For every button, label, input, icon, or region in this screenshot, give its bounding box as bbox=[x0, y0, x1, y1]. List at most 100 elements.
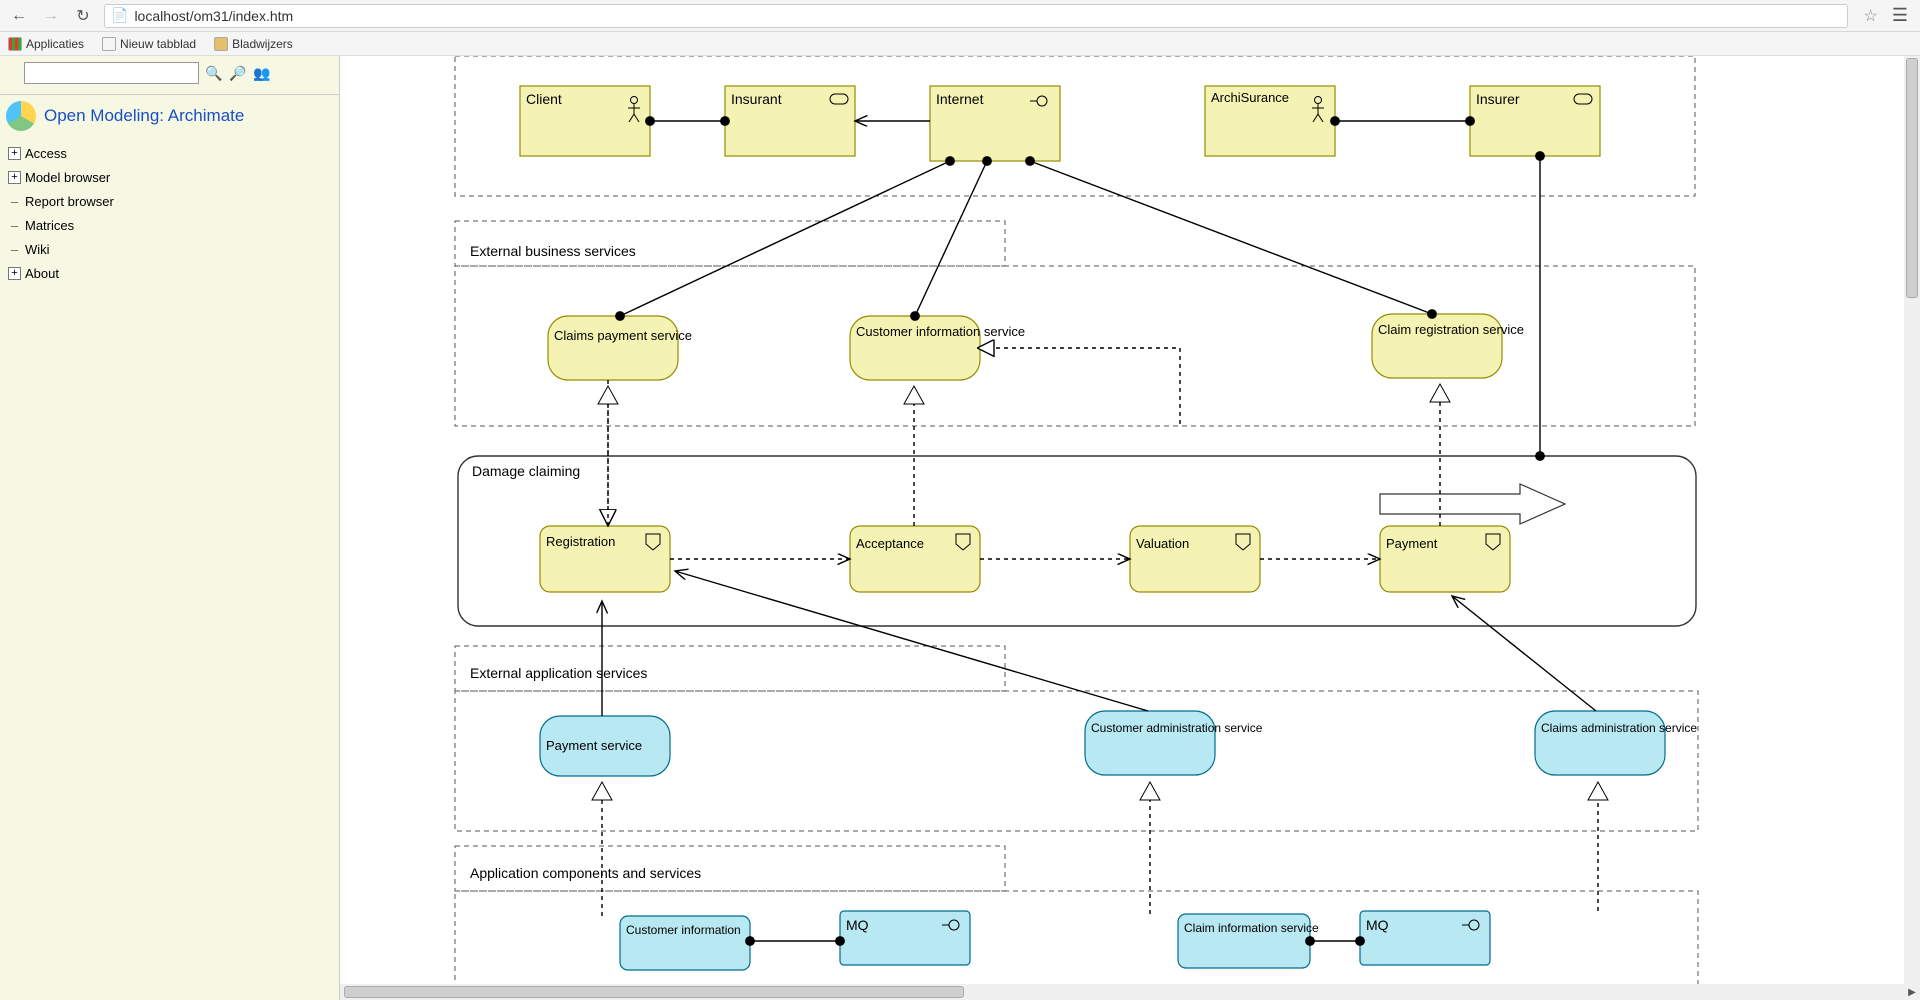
bookmarks-bar: Applicaties Nieuw tabblad Bladwijzers bbox=[0, 32, 1920, 56]
scroll-thumb[interactable] bbox=[1906, 58, 1918, 298]
svg-text:Insurant: Insurant bbox=[731, 91, 782, 107]
svg-text:Payment service: Payment service bbox=[546, 738, 642, 753]
back-button[interactable]: ← bbox=[8, 5, 30, 27]
process-valuation[interactable]: Valuation bbox=[1130, 526, 1260, 592]
tree-label: Access bbox=[25, 146, 67, 161]
service-claim-reg[interactable]: Claim registration service bbox=[1372, 314, 1524, 378]
process-registration[interactable]: Registration bbox=[540, 526, 670, 592]
nav-tree: +Access +Model browser –Report browser –… bbox=[0, 137, 339, 285]
conn-internet-claimreg bbox=[1030, 161, 1432, 314]
bookmark-new-tab[interactable]: Nieuw tabblad bbox=[102, 37, 196, 51]
service-claims-payment[interactable]: Claims payment service bbox=[548, 316, 692, 380]
svg-text:Acceptance: Acceptance bbox=[856, 536, 924, 551]
appsvc-claims-admin[interactable]: Claims administration service bbox=[1535, 711, 1697, 775]
bookmark-star-icon[interactable]: ☆ bbox=[1864, 6, 1878, 26]
forward-button[interactable]: → bbox=[40, 5, 62, 27]
tree-label: About bbox=[25, 266, 59, 281]
svg-text:Claims payment service: Claims payment service bbox=[554, 328, 692, 343]
actor-archisurance[interactable]: ArchiSurance bbox=[1205, 86, 1335, 156]
svg-text:Internet: Internet bbox=[936, 91, 984, 107]
appcomp-claim-info[interactable]: Claim information service bbox=[1178, 914, 1319, 968]
vertical-scrollbar[interactable] bbox=[1904, 56, 1920, 984]
expand-icon[interactable]: + bbox=[8, 147, 21, 160]
tree-item-report-browser[interactable]: –Report browser bbox=[4, 189, 339, 213]
svg-text:Customer administration servic: Customer administration service bbox=[1091, 721, 1263, 735]
svg-text:ArchiSurance: ArchiSurance bbox=[1211, 90, 1289, 105]
tree-item-matrices[interactable]: –Matrices bbox=[4, 213, 339, 237]
svg-text:MQ: MQ bbox=[1366, 917, 1389, 933]
reload-button[interactable]: ↻ bbox=[72, 5, 94, 27]
logo-icon bbox=[6, 101, 36, 131]
role-insurer[interactable]: Insurer bbox=[1470, 86, 1600, 156]
appcomp-mq1[interactable]: MQ bbox=[840, 911, 970, 965]
bookmark-label: Bladwijzers bbox=[232, 37, 293, 51]
tri-icon bbox=[904, 386, 924, 404]
horizontal-scrollbar[interactable]: ◀ ▶ bbox=[340, 984, 1920, 1000]
process-arrow-icon bbox=[1380, 484, 1565, 524]
svg-text:Client: Client bbox=[526, 91, 562, 107]
process-title: Damage claiming bbox=[472, 463, 580, 479]
svg-text:MQ: MQ bbox=[846, 917, 869, 933]
app-comp-label: Application components and services bbox=[470, 865, 701, 881]
leaf-icon: – bbox=[8, 194, 21, 209]
app-title: Open Modeling: Archimate bbox=[0, 95, 339, 137]
bookmark-label: Nieuw tabblad bbox=[120, 37, 196, 51]
tri-icon bbox=[592, 782, 612, 800]
folder-icon bbox=[214, 37, 228, 51]
tri-icon bbox=[1588, 782, 1608, 800]
tree-label: Report browser bbox=[25, 194, 114, 209]
conn-custinfo-used bbox=[980, 348, 1180, 426]
role-insurant[interactable]: Insurant bbox=[725, 86, 855, 156]
bookmark-folder[interactable]: Bladwijzers bbox=[214, 37, 293, 51]
leaf-icon: – bbox=[8, 242, 21, 257]
conn-claimsadmin-pay bbox=[1452, 596, 1596, 711]
sidebar: 🔍 🔎 👥 Open Modeling: Archimate + Access +… bbox=[0, 56, 340, 1000]
tree-label: Model browser bbox=[25, 170, 110, 185]
interface-internet[interactable]: Internet bbox=[930, 86, 1060, 161]
svg-text:Valuation: Valuation bbox=[1136, 536, 1189, 551]
diagram-canvas[interactable]: Client Insurant Internet ArchiSurance bbox=[340, 56, 1920, 1000]
address-bar[interactable]: 📄 localhost/om31/index.htm bbox=[104, 4, 1848, 28]
menu-button[interactable]: ☰ bbox=[1888, 5, 1912, 26]
scroll-right-icon[interactable]: ▶ bbox=[1904, 984, 1920, 1000]
svg-text:Claim registration service: Claim registration service bbox=[1378, 322, 1524, 337]
process-acceptance[interactable]: Acceptance bbox=[850, 526, 980, 592]
page-icon: 📄 bbox=[111, 7, 128, 24]
bookmark-label: Applicaties bbox=[26, 37, 84, 51]
url-text: localhost/om31/index.htm bbox=[134, 8, 293, 24]
expand-icon[interactable]: + bbox=[8, 267, 21, 280]
appsvc-payment[interactable]: Payment service bbox=[540, 716, 670, 776]
svg-text:Registration: Registration bbox=[546, 534, 615, 549]
appcomp-mq2[interactable]: MQ bbox=[1360, 911, 1490, 965]
tree-item-about[interactable]: + About bbox=[4, 261, 339, 285]
process-payment[interactable]: Payment bbox=[1380, 526, 1510, 592]
app-title-text: Open Modeling: Archimate bbox=[44, 106, 244, 126]
actor-client[interactable]: Client bbox=[520, 86, 650, 156]
svg-text:Claims administration service: Claims administration service bbox=[1541, 721, 1697, 735]
browser-toolbar: ← → ↻ 📄 localhost/om31/index.htm ☆ ☰ bbox=[0, 0, 1920, 32]
tree-label: Wiki bbox=[25, 242, 50, 257]
svg-text:Insurer: Insurer bbox=[1476, 91, 1520, 107]
tri-icon bbox=[1430, 384, 1450, 402]
page-icon bbox=[102, 37, 116, 51]
search-icon[interactable]: 🔍 bbox=[205, 64, 223, 82]
bookmark-apps[interactable]: Applicaties bbox=[8, 37, 84, 51]
archimate-diagram: Client Insurant Internet ArchiSurance bbox=[340, 56, 1900, 986]
appcomp-cust-info[interactable]: Customer information bbox=[620, 916, 750, 970]
tri-icon bbox=[1140, 782, 1160, 800]
svg-text:Payment: Payment bbox=[1386, 536, 1438, 551]
scroll-thumb[interactable] bbox=[344, 986, 964, 998]
expand-icon[interactable]: + bbox=[8, 171, 21, 184]
conn-internet-claimspay bbox=[620, 161, 950, 316]
search-row: 🔍 🔎 👥 bbox=[0, 56, 339, 95]
find-people-icon[interactable]: 👥 bbox=[253, 64, 271, 82]
appsvc-cust-admin[interactable]: Customer administration service bbox=[1085, 711, 1263, 775]
tri-icon bbox=[598, 386, 618, 404]
svg-text:Customer information service: Customer information service bbox=[856, 324, 1025, 339]
tree-item-wiki[interactable]: –Wiki bbox=[4, 237, 339, 261]
tree-item-access[interactable]: + Access bbox=[4, 141, 339, 165]
svg-text:Claim information service: Claim information service bbox=[1184, 921, 1319, 935]
zoom-icon[interactable]: 🔎 bbox=[229, 64, 247, 82]
tree-item-model-browser[interactable]: + Model browser bbox=[4, 165, 339, 189]
search-input[interactable] bbox=[24, 62, 199, 84]
